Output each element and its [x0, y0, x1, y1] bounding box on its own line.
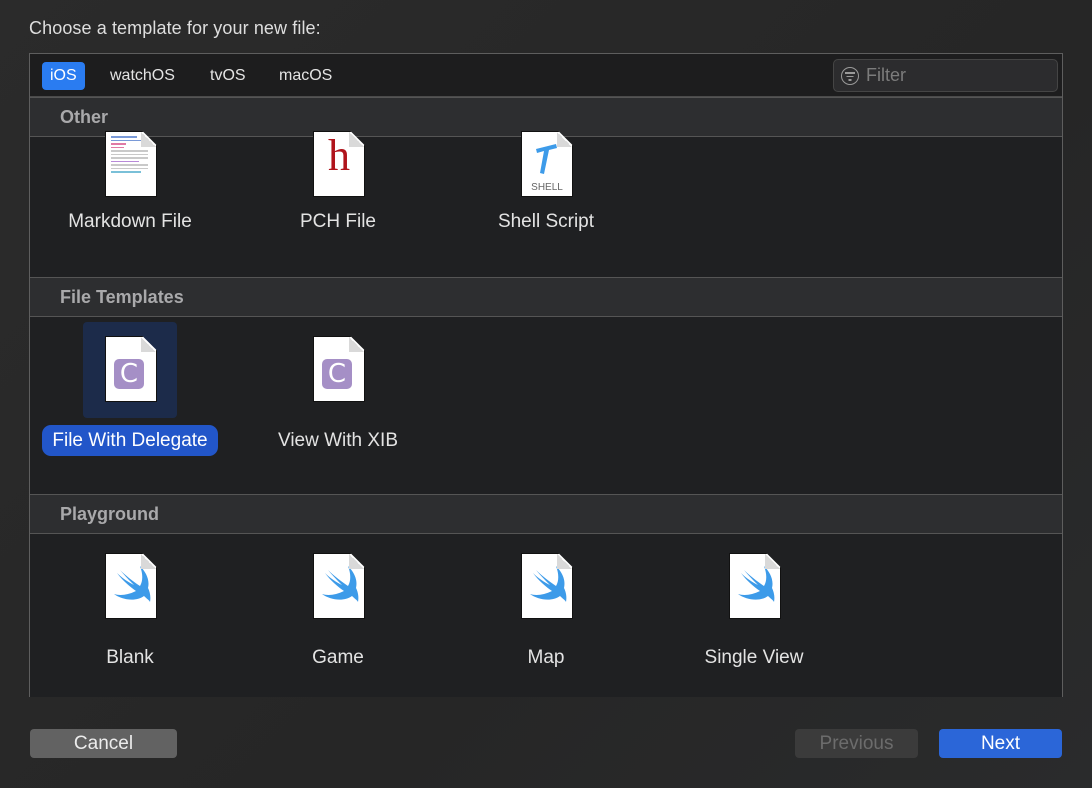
- filter-input[interactable]: [866, 63, 1051, 88]
- section-file-templates: C File With Delegate C View With XIB: [30, 317, 1062, 494]
- filter-icon: [841, 67, 859, 85]
- template-label: Shell Script: [497, 211, 595, 232]
- markdown-file-icon: [105, 131, 157, 197]
- pch-file-icon: h: [313, 131, 365, 197]
- section-header-file-templates: File Templates: [30, 277, 1062, 317]
- swift-file-icon: [729, 553, 781, 619]
- tab-watchos[interactable]: watchOS: [102, 62, 183, 90]
- template-label: Markdown File: [68, 211, 192, 232]
- filter-field[interactable]: [833, 59, 1058, 92]
- cancel-button[interactable]: Cancel: [30, 729, 177, 758]
- swift-file-icon: [105, 553, 157, 619]
- swift-file-icon: [521, 553, 573, 619]
- c-file-icon: C: [313, 336, 365, 402]
- section-playground: Blank Game Map Single View: [30, 534, 1062, 697]
- template-panel: iOS watchOS tvOS macOS Other: [29, 53, 1063, 697]
- swift-file-icon: [313, 553, 365, 619]
- c-file-icon: C: [105, 336, 157, 402]
- template-label: Blank: [106, 647, 154, 668]
- dialog-prompt: Choose a template for your new file:: [29, 18, 321, 38]
- template-label: Game: [312, 647, 364, 668]
- next-button[interactable]: Next: [939, 729, 1062, 758]
- template-label: View With XIB: [277, 430, 399, 451]
- section-other: Markdown File h PCH File SHELL Shell Scr…: [30, 131, 1062, 277]
- section-header-playground: Playground: [30, 494, 1062, 534]
- template-label: File With Delegate: [42, 425, 218, 456]
- platform-tab-bar: iOS watchOS tvOS macOS: [30, 54, 1062, 97]
- template-label: PCH File: [299, 211, 376, 232]
- tab-tvos[interactable]: tvOS: [202, 62, 254, 90]
- tab-macos[interactable]: macOS: [271, 62, 340, 90]
- previous-button[interactable]: Previous: [795, 729, 918, 758]
- tab-ios[interactable]: iOS: [42, 62, 85, 90]
- template-label: Map: [527, 647, 565, 668]
- template-label: Single View: [704, 647, 804, 668]
- shell-script-icon: SHELL: [521, 131, 573, 197]
